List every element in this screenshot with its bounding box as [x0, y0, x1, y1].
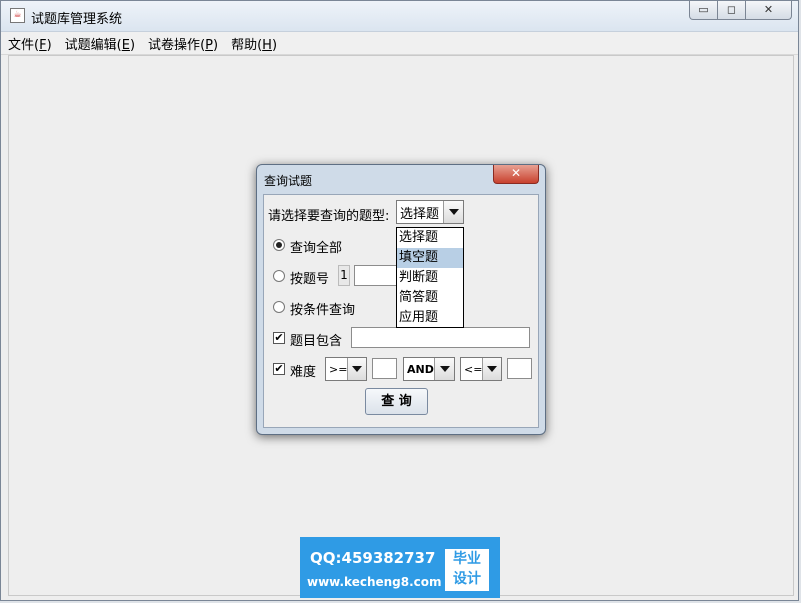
difficulty-op1-value: >=	[329, 362, 348, 376]
radio-query-all[interactable]	[273, 239, 285, 251]
difficulty-logic-value: AND	[407, 362, 434, 376]
dialog-title: 查询试题	[264, 174, 313, 188]
id-value: 1	[338, 265, 350, 286]
dropdown-option-choice[interactable]: 选择题	[397, 228, 463, 248]
window-title: 试题库管理系统	[31, 12, 123, 27]
menu-help[interactable]: 帮助(H)	[224, 34, 283, 53]
banner-qq: QQ:459382737	[310, 549, 436, 567]
dropdown-option-application[interactable]: 应用题	[397, 308, 463, 328]
close-button[interactable]: ✕	[746, 1, 792, 20]
chevron-down-icon[interactable]	[347, 358, 366, 380]
banner-badge: 毕业 设计	[445, 549, 489, 591]
maximize-icon: ◻	[726, 3, 737, 16]
chevron-down-icon[interactable]	[434, 358, 454, 380]
title-bar[interactable]: ☕ 试题库管理系统 ▭ ◻ ✕	[1, 1, 798, 32]
contains-label: 题目包含	[290, 334, 343, 349]
banner-site: www.kecheng8.com	[307, 575, 442, 589]
difficulty-op1-combo[interactable]: >=	[325, 357, 367, 381]
radio-by-condition-label: 按条件查询	[290, 303, 356, 318]
java-cup-icon: ☕	[10, 8, 25, 23]
dropdown-option-true-false[interactable]: 判断题	[397, 268, 463, 288]
radio-by-id[interactable]	[273, 270, 285, 282]
dropdown-option-fill-blank[interactable]: 填空题	[397, 248, 463, 268]
maximize-button[interactable]: ◻	[718, 1, 746, 20]
menu-file[interactable]: 文件(F)	[1, 34, 58, 53]
chevron-down-icon[interactable]	[443, 201, 463, 223]
banner-badge-line2: 设计	[453, 571, 481, 587]
window-controls: ▭ ◻ ✕	[689, 1, 792, 21]
chevron-down-icon[interactable]	[482, 358, 501, 380]
query-button[interactable]: 查 询	[365, 388, 428, 415]
id-input[interactable]	[354, 265, 398, 286]
difficulty-max-input[interactable]	[507, 358, 532, 379]
menu-paper-operations[interactable]: 试卷操作(P)	[141, 34, 224, 53]
type-combo-value: 选择题	[400, 206, 440, 222]
close-icon: ✕	[510, 166, 522, 180]
type-prompt-label: 请选择要查询的题型:	[268, 209, 390, 224]
menu-bar: 文件(F) 试题编辑(E) 试卷操作(P) 帮助(H)	[1, 32, 798, 55]
dropdown-option-short-answer[interactable]: 简答题	[397, 288, 463, 308]
contains-checkbox[interactable]: ✔	[273, 332, 285, 344]
minimize-button[interactable]: ▭	[689, 1, 718, 20]
radio-by-condition[interactable]	[273, 301, 285, 313]
type-dropdown-list: 选择题 填空题 判断题 简答题 应用题	[396, 227, 464, 328]
minimize-icon: ▭	[698, 3, 709, 16]
banner-badge-line1: 毕业	[453, 551, 481, 567]
difficulty-min-input[interactable]	[372, 358, 397, 379]
close-icon: ✕	[763, 3, 774, 16]
difficulty-op2-combo[interactable]: <=	[460, 357, 502, 381]
menu-edit-questions[interactable]: 试题编辑(E)	[58, 34, 141, 53]
difficulty-op2-value: <=	[464, 362, 483, 376]
difficulty-logic-combo[interactable]: AND	[403, 357, 455, 381]
dialog-close-button[interactable]: ✕	[493, 165, 539, 184]
contains-input[interactable]	[351, 327, 530, 348]
radio-by-id-label: 按题号	[290, 272, 330, 287]
type-combo[interactable]: 选择题	[396, 200, 464, 224]
watermark-banner: QQ:459382737 www.kecheng8.com 毕业 设计	[300, 537, 500, 598]
difficulty-label: 难度	[290, 365, 317, 380]
difficulty-checkbox[interactable]: ✔	[273, 363, 285, 375]
radio-query-all-label: 查询全部	[290, 241, 343, 256]
